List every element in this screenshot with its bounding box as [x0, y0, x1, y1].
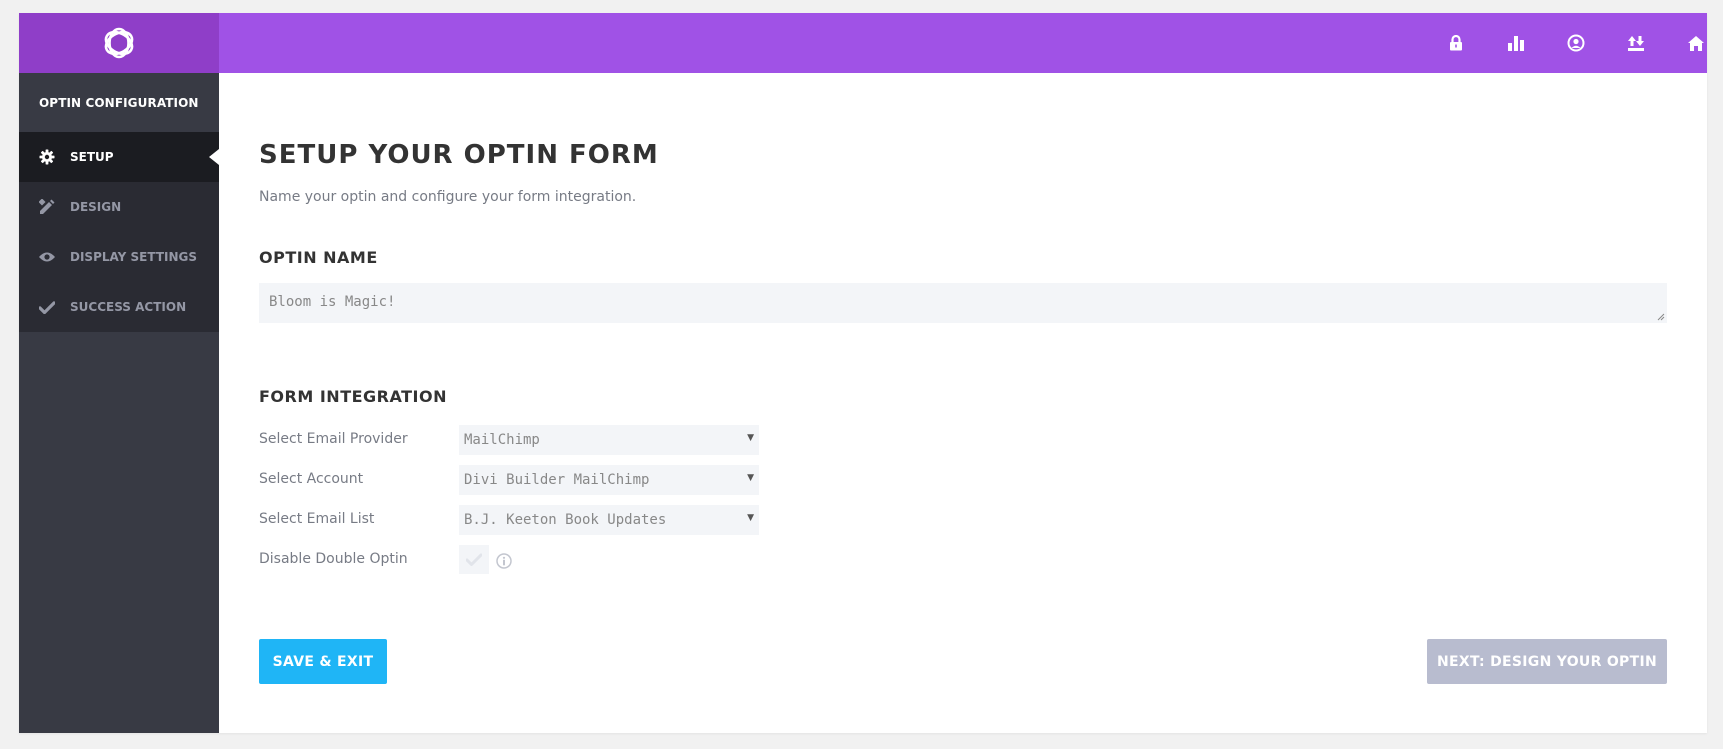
- info-icon[interactable]: [496, 553, 512, 569]
- account-label: Select Account: [259, 471, 364, 487]
- optin-name-heading: OPTIN NAME: [259, 248, 378, 267]
- email-provider-label: Select Email Provider: [259, 431, 408, 447]
- page-title: SETUP YOUR OPTIN FORM: [259, 140, 659, 170]
- gear-icon: [38, 148, 56, 166]
- main-content: SETUP YOUR OPTIN FORM Name your optin an…: [259, 73, 1669, 733]
- optin-name-input[interactable]: [259, 283, 1667, 323]
- select-value: MailChimp: [464, 432, 540, 448]
- select-value: Divi Builder MailChimp: [464, 472, 650, 488]
- sidebar-item-label: DISPLAY SETTINGS: [70, 250, 198, 264]
- bloom-logo-icon: [104, 27, 134, 59]
- save-exit-button[interactable]: SAVE & EXIT: [259, 639, 387, 684]
- email-list-select[interactable]: B.J. Keeton Book Updates ▼: [459, 505, 759, 535]
- sidebar-menu: SETUP DESIGN DISPLAY SETTINGS SUCCESS AC…: [19, 132, 219, 332]
- lock-icon[interactable]: [1445, 32, 1467, 54]
- top-bar: [219, 13, 1707, 73]
- email-list-label: Select Email List: [259, 511, 375, 527]
- app-window: OPTIN CONFIGURATION SETUP DESIGN DISPLAY…: [19, 13, 1707, 733]
- pencil-ruler-icon: [38, 198, 56, 216]
- eye-icon: [38, 248, 56, 266]
- email-provider-select[interactable]: MailChimp ▼: [459, 425, 759, 455]
- form-integration-heading: FORM INTEGRATION: [259, 387, 447, 406]
- logo[interactable]: [19, 13, 219, 73]
- sidebar-header: OPTIN CONFIGURATION: [19, 73, 219, 132]
- checkmark-icon: [466, 553, 482, 566]
- sidebar-item-setup[interactable]: SETUP: [19, 132, 219, 182]
- account-select[interactable]: Divi Builder MailChimp ▼: [459, 465, 759, 495]
- dropdown-arrow-icon: ▼: [747, 433, 754, 443]
- sidebar-item-display-settings[interactable]: DISPLAY SETTINGS: [19, 232, 219, 282]
- dropdown-arrow-icon: ▼: [747, 513, 754, 523]
- resize-grip-icon[interactable]: [1655, 311, 1665, 321]
- page-subtitle: Name your optin and configure your form …: [259, 189, 637, 205]
- sidebar-item-design[interactable]: DESIGN: [19, 182, 219, 232]
- import-export-icon[interactable]: [1625, 32, 1647, 54]
- next-design-button[interactable]: NEXT: DESIGN YOUR OPTIN: [1427, 639, 1667, 684]
- user-circle-icon[interactable]: [1565, 32, 1587, 54]
- sidebar-item-label: DESIGN: [70, 200, 122, 214]
- sidebar: OPTIN CONFIGURATION SETUP DESIGN DISPLAY…: [19, 13, 219, 733]
- double-optin-label: Disable Double Optin: [259, 551, 408, 567]
- sidebar-item-success-action[interactable]: SUCCESS ACTION: [19, 282, 219, 332]
- home-icon[interactable]: [1685, 32, 1707, 54]
- select-value: B.J. Keeton Book Updates: [464, 512, 667, 528]
- double-optin-checkbox[interactable]: [459, 545, 489, 574]
- sidebar-item-label: SUCCESS ACTION: [70, 300, 187, 314]
- bar-chart-icon[interactable]: [1505, 32, 1527, 54]
- sidebar-item-label: SETUP: [70, 150, 114, 164]
- dropdown-arrow-icon: ▼: [747, 473, 754, 483]
- checkmark-icon: [38, 298, 56, 316]
